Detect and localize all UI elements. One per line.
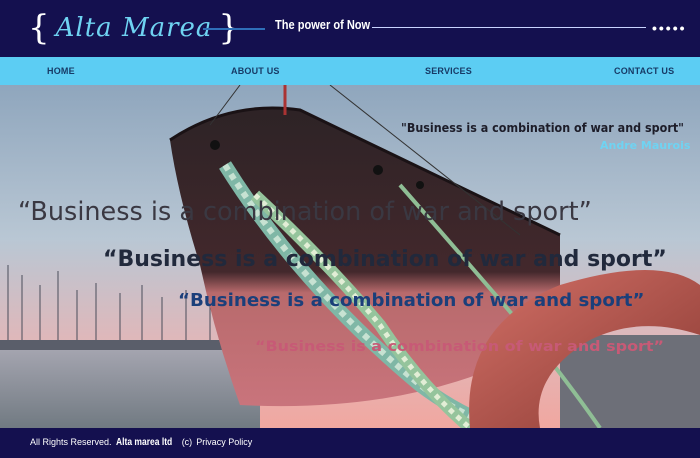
hero-quote-author: Andre Maurois [600,139,691,152]
tagline-divider-right [372,27,646,28]
hero-quote-small: "Business is a combination of war and sp… [401,121,684,135]
nav-item-services[interactable]: SERVICES [425,57,472,85]
nav-item-contact-us[interactable]: CONTACT US [614,57,674,85]
tagline: The power of Now [275,17,371,32]
privacy-policy-link[interactable]: Privacy Policy [196,437,252,447]
main-nav: HOME ABOUT US SERVICES CONTACT US [0,57,700,85]
hero-quote-3: “Business is a combination of war and sp… [178,291,645,311]
footer-company: Alta marea ltd [115,437,172,448]
logo-text: Alta Marea [55,13,213,43]
tagline-divider-left [203,28,265,30]
hero-quote-2: “Business is a combination of war and sp… [103,247,667,272]
site-footer: All Rights Reserved. Alta marea ltd (c) … [0,428,700,458]
footer-row: All Rights Reserved. Alta marea ltd (c) … [30,437,252,448]
hero-quote-1: “Business is a combination of war and sp… [18,197,592,227]
logo-brace-open: { [28,8,50,48]
nav-item-home[interactable]: HOME [47,57,75,85]
hero-quote-4: “Business is a combination of war and sp… [255,339,665,355]
hero-banner: "Business is a combination of war and sp… [0,85,700,428]
footer-rights: All Rights Reserved. [30,437,112,447]
nav-item-about-us[interactable]: ABOUT US [231,57,280,85]
footer-copyright: (c) [181,437,193,447]
site-header: { Alta Marea } The power of Now ••••• [0,0,700,57]
dots-decoration: ••••• [652,20,687,36]
